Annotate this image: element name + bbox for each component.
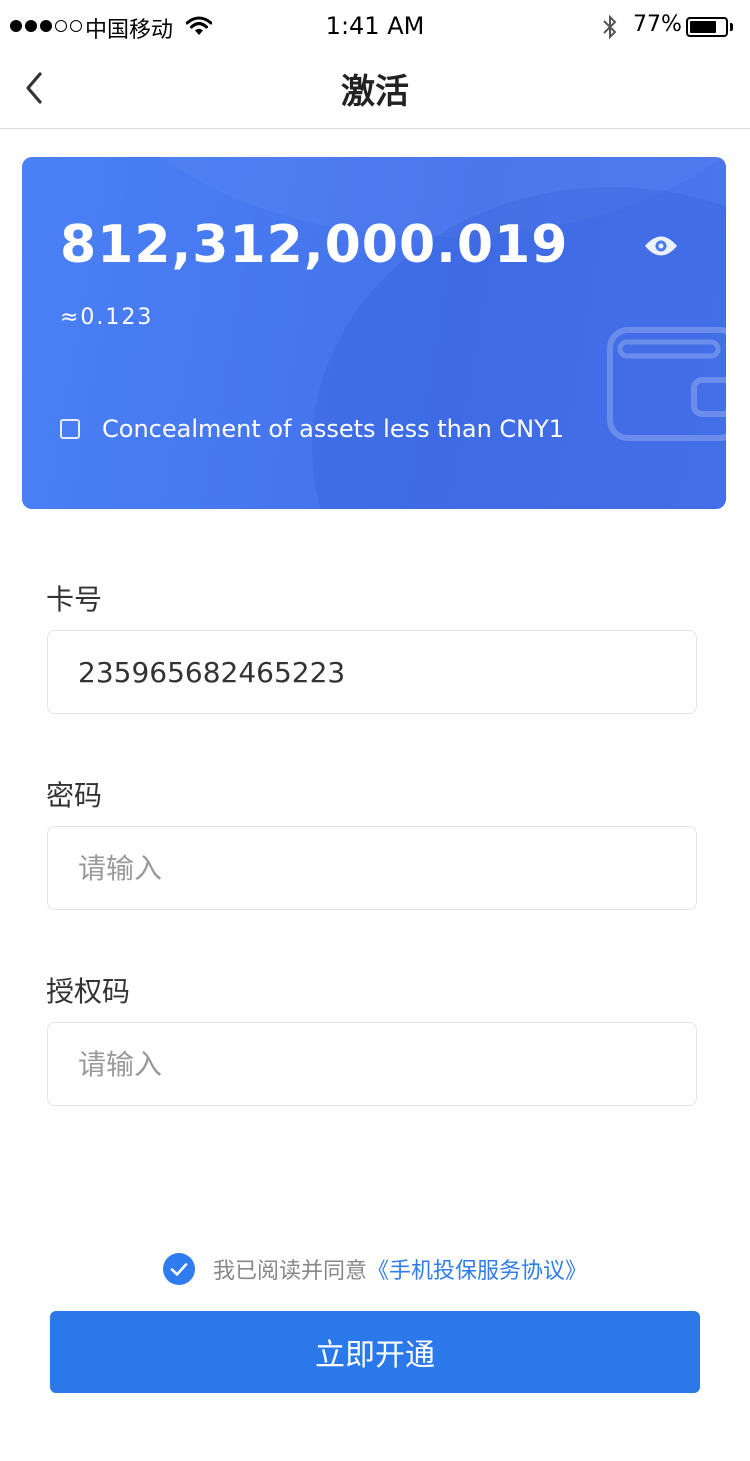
wallet-icon xyxy=(607,327,726,441)
conceal-checkbox[interactable] xyxy=(60,419,80,439)
activate-button[interactable]: 立即开通 xyxy=(50,1311,700,1393)
card-number-label: 卡号 xyxy=(46,583,103,616)
agreement-link[interactable]: 《手机投保服务协议》 xyxy=(367,1253,587,1285)
page-title: 激活 xyxy=(341,72,409,112)
battery-tip xyxy=(730,23,733,31)
nav-bar: 激活 xyxy=(0,54,750,129)
bluetooth-icon xyxy=(603,14,617,40)
battery-percent: 77% xyxy=(633,12,682,37)
status-bar: 中国移动 1:41 AM 77% xyxy=(0,0,750,54)
auth-code-input[interactable] xyxy=(47,1022,697,1106)
balance-amount: 812,312,000.019 xyxy=(60,215,569,275)
conceal-label: Concealment of assets less than CNY1 xyxy=(102,415,565,443)
agreement-checkbox[interactable] xyxy=(162,1253,195,1285)
conceal-small-assets-toggle[interactable]: Concealment of assets less than CNY1 xyxy=(60,415,564,443)
auth-code-label: 授权码 xyxy=(46,975,131,1008)
agreement-text: 我已阅读并同意 xyxy=(212,1259,367,1284)
agreement-row: 我已阅读并同意 《手机投保服务协议》 xyxy=(0,1253,750,1285)
balance-approx: ≈0.123 xyxy=(60,305,154,330)
balance-card: 812,312,000.019 ≈0.123 Concealment of as… xyxy=(22,157,726,509)
password-label: 密码 xyxy=(46,779,103,812)
battery-icon xyxy=(686,17,728,37)
card-number-input[interactable] xyxy=(47,630,697,714)
eye-icon[interactable] xyxy=(644,233,678,259)
password-input[interactable] xyxy=(47,826,697,910)
checkmark-icon xyxy=(170,1263,188,1276)
